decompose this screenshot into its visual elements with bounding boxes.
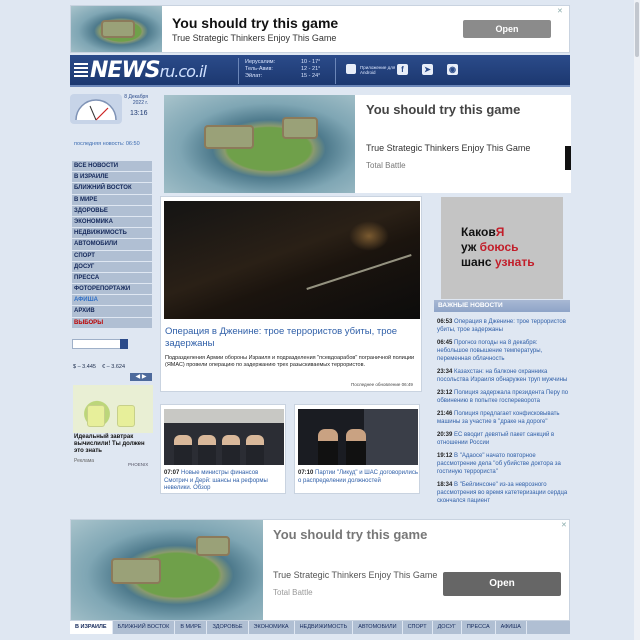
rss-icon[interactable]: ◉ <box>447 64 458 75</box>
tab-leisure[interactable]: ДОСУГ <box>433 621 462 634</box>
news-card[interactable]: 07:10 Партии "Ликуд" и ШАС договорились … <box>294 404 420 494</box>
ad-brand: PHOENIX <box>128 462 149 467</box>
sidebar-item-economy[interactable]: ЭКОНОМИКА <box>72 216 152 229</box>
ad-open-button[interactable]: Open <box>443 572 561 596</box>
sidebar-item-middle-east[interactable]: БЛИЖНИЙ ВОСТОК <box>72 183 152 195</box>
tab-health[interactable]: ЗДОРОВЬЕ <box>207 621 249 634</box>
list-item[interactable]: 21:46 Полиция предлагает конфисковывать … <box>437 410 570 426</box>
tab-middle-east[interactable]: БЛИЖНИЙ ВОСТОК <box>113 621 176 634</box>
ad-label: Реклама <box>74 458 95 464</box>
sidebar-item-all-news[interactable]: ВСЕ НОВОСТИ <box>72 161 152 173</box>
sidebar-item-elections[interactable]: ВЫБОРЫ <box>72 317 152 329</box>
top-story[interactable]: Операция в Дженине: трое террористов уби… <box>160 196 422 392</box>
sidebar-item-photo[interactable]: ФОТОРЕПОРТАЖИ <box>72 284 152 296</box>
ad-game-image[interactable] <box>71 6 162 52</box>
top-story-title[interactable]: Операция в Дженине: трое террористов уби… <box>165 326 415 350</box>
list-item[interactable]: 06:53 Операция в Дженине: трое террорист… <box>437 318 570 334</box>
sidebar-item-afisha[interactable]: АФИША <box>72 295 152 307</box>
sidebar-item-sport[interactable]: СПОРТ <box>72 250 152 262</box>
tab-israel[interactable]: В ИЗРАИЛЕ <box>70 621 113 634</box>
tab-afisha[interactable]: АФИША <box>496 621 527 634</box>
list-item[interactable]: 18:34 В "Бейлинсоне" из-за неврозного ра… <box>437 481 570 505</box>
scrollbar-thumb[interactable] <box>635 2 639 57</box>
facebook-icon[interactable]: f <box>397 64 408 75</box>
tab-realty[interactable]: НЕДВИЖИМОСТЬ <box>295 621 354 634</box>
list-item[interactable]: 23:12 Полиция задержала президента Перу … <box>437 389 570 405</box>
bottom-ad-banner[interactable]: You should try this game True Strategic … <box>70 519 570 621</box>
list-item[interactable]: 20:39 ЕС вводит девятый пакет санкций в … <box>437 431 570 447</box>
sidebar-item-archive[interactable]: АРХИВ <box>72 306 152 318</box>
sidebar-item-israel[interactable]: В ИЗРАИЛЕ <box>72 172 152 184</box>
sidebar-item-realty[interactable]: НЕДВИЖИМОСТЬ <box>72 228 152 240</box>
currency-rates: $ – 3.445 € – 3.624 <box>73 364 125 370</box>
sidebar-item-world[interactable]: В МИРЕ <box>72 194 152 206</box>
search-input[interactable] <box>72 339 126 349</box>
important-news-heading: ВАЖНЫЕ НОВОСТИ <box>434 300 570 312</box>
ad-headline[interactable]: You should try this game <box>273 527 427 542</box>
ad-brand: Total Battle <box>366 161 406 170</box>
sidebar-item-cars[interactable]: АВТОМОБИЛИ <box>72 239 152 251</box>
tab-press[interactable]: ПРЕССА <box>462 621 496 634</box>
news-card-photo[interactable] <box>164 409 284 465</box>
sidebar-item-health[interactable]: ЗДОРОВЬЕ <box>72 205 152 217</box>
left-ad-caption[interactable]: Идеальный завтрак вычислили! Ты должен э… <box>74 434 154 455</box>
ad-subtext: True Strategic Thinkers Enjoy This Game <box>366 143 531 153</box>
list-item[interactable]: 23:34 Казахстан: на балконе охранника по… <box>437 368 570 384</box>
ad-brand: Total Battle <box>273 588 313 597</box>
bottom-nav: В ИЗРАИЛЕ БЛИЖНИЙ ВОСТОК В МИРЕ ЗДОРОВЬЕ… <box>70 621 570 634</box>
ad-headline[interactable]: You should try this game <box>366 102 520 117</box>
eur-rate: € – 3.624 <box>102 364 125 370</box>
usd-rate: $ – 3.445 <box>73 364 96 370</box>
telegram-icon[interactable]: ➤ <box>422 64 433 75</box>
top-ad-banner[interactable]: You should try this game True Strategic … <box>70 5 570 53</box>
left-ad-image[interactable] <box>73 385 153 433</box>
right-ad[interactable]: КаковЯ уж боюсь шанс узнать <box>441 197 563 299</box>
ad-open-button[interactable]: Open <box>463 20 551 38</box>
top-story-desc: Подразделения Армии обороны Израиля и по… <box>165 355 415 368</box>
list-item[interactable]: 19:12 В "Адаосе" начато повторное рассмо… <box>437 452 570 476</box>
ad-game-image[interactable] <box>71 520 263 620</box>
sidebar-menu: ВСЕ НОВОСТИ В ИЗРАИЛЕ БЛИЖНИЙ ВОСТОК В М… <box>72 161 152 329</box>
list-item[interactable]: 06:45 Прогноз погоды на 8 декабря: небол… <box>437 339 570 363</box>
last-news-time[interactable]: последняя новость: 06:50 <box>74 141 140 147</box>
site-logo[interactable]: NEWSru.co.il <box>74 58 207 83</box>
tab-cars[interactable]: АВТОМОБИЛИ <box>353 621 403 634</box>
news-card-title[interactable]: 07:10 Партии "Ликуд" и ШАС договорились … <box>298 470 418 485</box>
weather-widget: Иерусалим: 10 - 17° Тель-Авив: 12 - 21° Эй… <box>245 59 321 79</box>
main-ad-banner[interactable]: You should try this game True Strategic … <box>164 95 571 193</box>
site-header: NEWSru.co.il Иерусалим: 10 - 17° Тель-Ави… <box>70 55 570 87</box>
search-button[interactable] <box>120 339 128 349</box>
ad-subtext: True Strategic Thinkers Enjoy This Game <box>172 33 337 43</box>
sidebar-item-leisure[interactable]: ДОСУГ <box>72 261 152 273</box>
tab-sport[interactable]: СПОРТ <box>403 621 433 634</box>
current-time: 13:16 <box>130 110 148 117</box>
clock-icon <box>70 94 122 124</box>
important-news-list: 06:53 Операция в Дженине: трое террорист… <box>437 318 570 510</box>
news-card-photo[interactable] <box>298 409 418 465</box>
top-story-photo[interactable] <box>164 201 420 319</box>
ad-game-image[interactable] <box>164 95 355 193</box>
news-card-title[interactable]: 07:07 Новые министры финансов Смотрич и … <box>164 470 284 493</box>
news-card[interactable]: 07:07 Новые министры финансов Смотрич и … <box>160 404 286 494</box>
tab-economy[interactable]: ЭКОНОМИКА <box>249 621 295 634</box>
right-ad-text[interactable]: КаковЯ уж боюсь шанс узнать <box>461 225 535 270</box>
current-date: 8 Декабря 2022 г. <box>124 94 148 106</box>
ad-close-icon[interactable]: ✕ <box>557 7 563 15</box>
rates-arrows[interactable]: ◀ ▶ <box>130 373 152 381</box>
scrollbar[interactable] <box>634 0 640 640</box>
tab-world[interactable]: В МИРЕ <box>175 621 208 634</box>
ad-close-icon[interactable]: ✕ <box>561 521 567 529</box>
top-story-updated: Последнее обновление 06:49 <box>351 382 413 387</box>
ad-subtext: True Strategic Thinkers Enjoy This Game <box>273 570 438 580</box>
sidebar-item-press[interactable]: ПРЕССА <box>72 272 152 285</box>
android-app-icon[interactable] <box>346 64 356 74</box>
ad-headline[interactable]: You should try this game <box>172 15 338 31</box>
